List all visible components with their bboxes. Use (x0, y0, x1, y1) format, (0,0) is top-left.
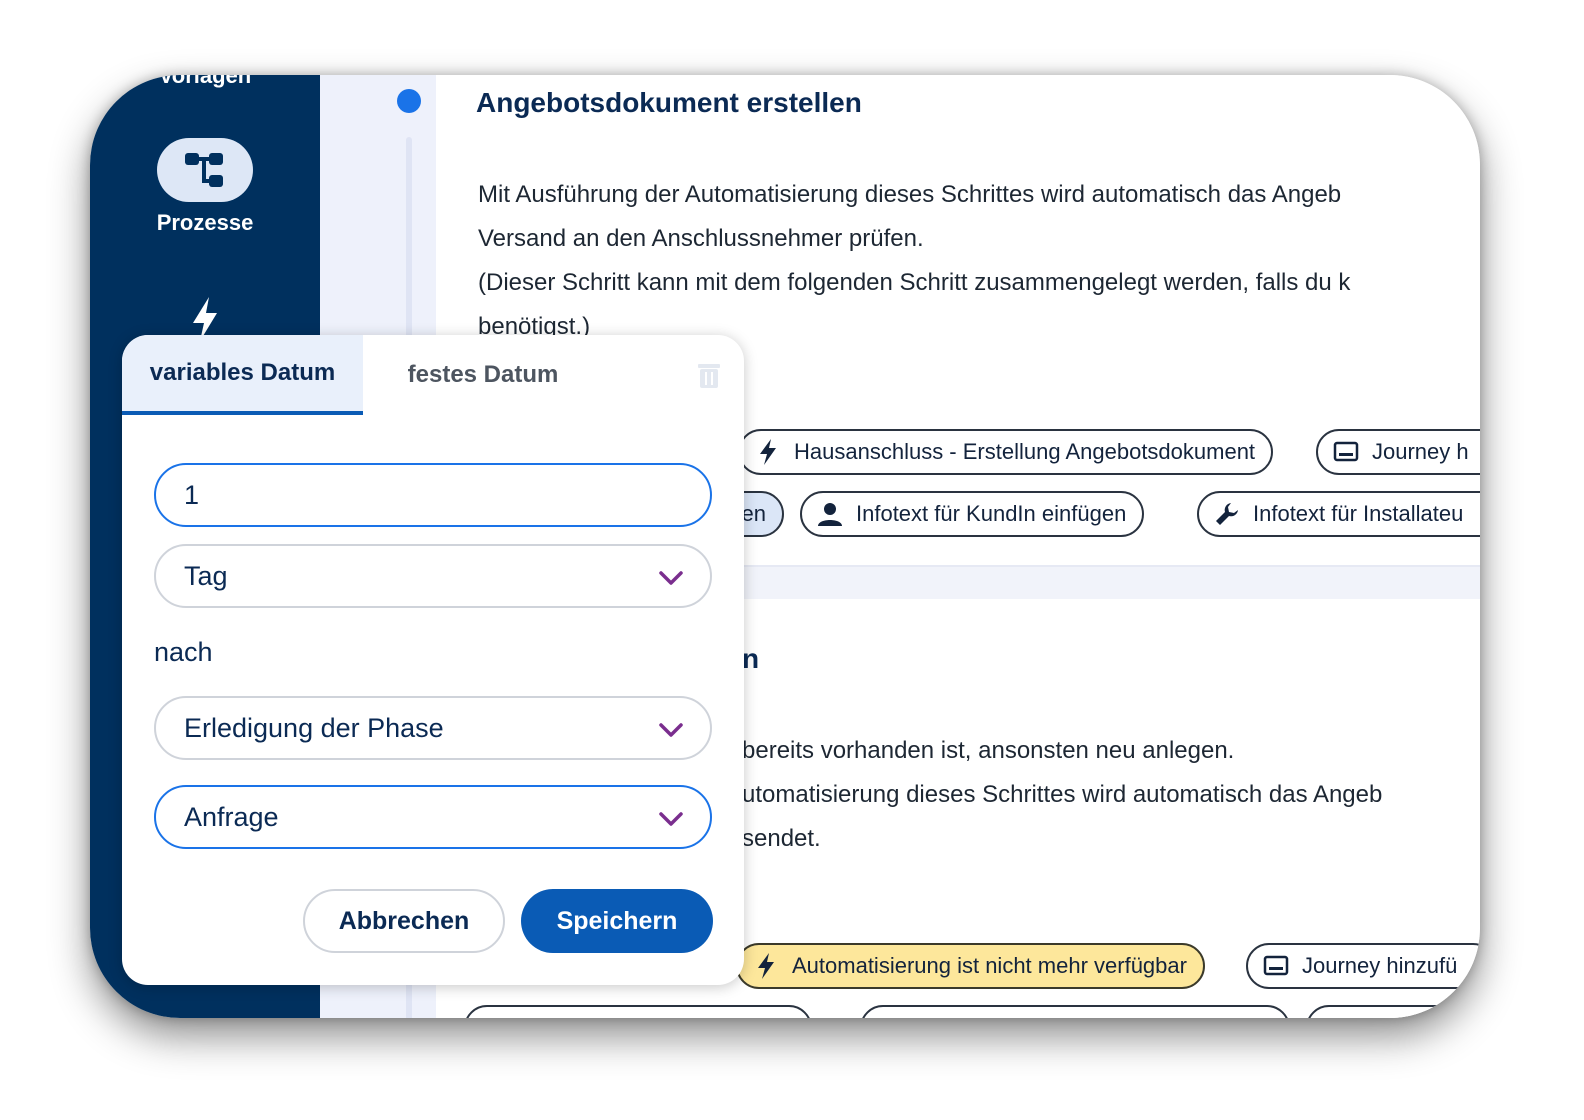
chevron-down-icon (659, 723, 683, 737)
chip-label: Journey h (1372, 439, 1469, 464)
wrench-icon (1213, 500, 1241, 528)
unit-select[interactable]: Tag (154, 544, 712, 608)
save-button[interactable]: Speichern (521, 889, 713, 953)
monitor-icon (1332, 438, 1360, 466)
lightning-icon (754, 438, 782, 466)
step-title: Angebotsdokument erstellen (476, 87, 862, 118)
sidebar-item-prozesse[interactable]: Prozesse (90, 138, 320, 236)
nach-label: nach (154, 637, 213, 667)
phase-value: Anfrage (184, 801, 279, 832)
timeline-step-dot[interactable] (397, 89, 421, 113)
description-line: bereits vorhanden ist, ansonsten neu anl… (742, 737, 1235, 764)
chevron-down-icon (659, 812, 683, 826)
chip-label: en (741, 501, 766, 526)
automation-unavailable-chip[interactable]: Automatisierung ist nicht mehr verfügbar (736, 943, 1205, 989)
sidebar-item-label-vorlagen[interactable]: Vorlagen (90, 75, 320, 89)
reference-select[interactable]: Erledigung der Phase (154, 696, 712, 760)
infotext-installer-chip[interactable]: Infotext für Installateu (1197, 491, 1480, 537)
step-description: bereits vorhanden ist, ansonsten neu anl… (742, 729, 1382, 861)
step-description: Mit Ausführung der Automatisierung diese… (478, 173, 1480, 349)
journey-chip[interactable]: Journey h (1316, 429, 1480, 475)
chip-cut[interactable] (860, 1005, 1290, 1018)
description-line: utomatisierung dieses Schrittes wird aut… (742, 781, 1383, 808)
chip-label: Automatisierung ist nicht mehr verfügbar (792, 953, 1187, 978)
chip-label: Hausanschluss - Erstellung Angebotsdokum… (794, 439, 1256, 464)
process-tree-icon (157, 138, 253, 202)
chip-cut[interactable] (1306, 1005, 1480, 1018)
description-line: sendet. (742, 825, 821, 852)
amount-value: 1 (184, 479, 200, 510)
trash-icon[interactable] (694, 360, 724, 390)
lightning-icon (752, 952, 780, 980)
date-popup: variables Datum festes Datum 1 Tag nach … (122, 335, 744, 985)
unit-value: Tag (184, 560, 228, 591)
sidebar-item-label: Prozesse (156, 210, 254, 235)
chip-label: Infotext für KundIn einfügen (856, 501, 1127, 526)
infotext-customer-chip[interactable]: Infotext für KundIn einfügen (800, 491, 1145, 537)
reference-value: Erledigung der Phase (184, 712, 444, 743)
description-line: (Dieser Schritt kann mit dem folgenden S… (478, 269, 1351, 296)
journey-chip[interactable]: Journey hinzufü (1246, 943, 1480, 989)
chip-label: Infotext für Installateu (1253, 501, 1464, 526)
automation-chip[interactable]: Hausanschluss - Erstellung Angebotsdokum… (738, 429, 1274, 475)
tab-fixed-date[interactable]: festes Datum (363, 335, 603, 415)
date-type-tabs: variables Datum festes Datum (122, 335, 744, 415)
cancel-button[interactable]: Abbrechen (303, 889, 505, 953)
description-line: Versand an den Anschlussnehmer prüfen. (478, 225, 924, 252)
step-title: n (742, 643, 760, 674)
tab-variable-date[interactable]: variables Datum (122, 335, 363, 415)
person-icon (816, 500, 844, 528)
phase-select[interactable]: Anfrage (154, 785, 712, 849)
monitor-icon (1262, 952, 1290, 980)
amount-input[interactable]: 1 (154, 463, 712, 527)
chevron-down-icon (659, 571, 683, 585)
chip-label: Journey hinzufü (1302, 953, 1458, 978)
description-line: Mit Ausführung der Automatisierung diese… (478, 181, 1342, 208)
chip-cut[interactable] (464, 1005, 812, 1018)
app-window: Vorlagen Prozesse Angebotsdokument erste… (90, 75, 1480, 1018)
